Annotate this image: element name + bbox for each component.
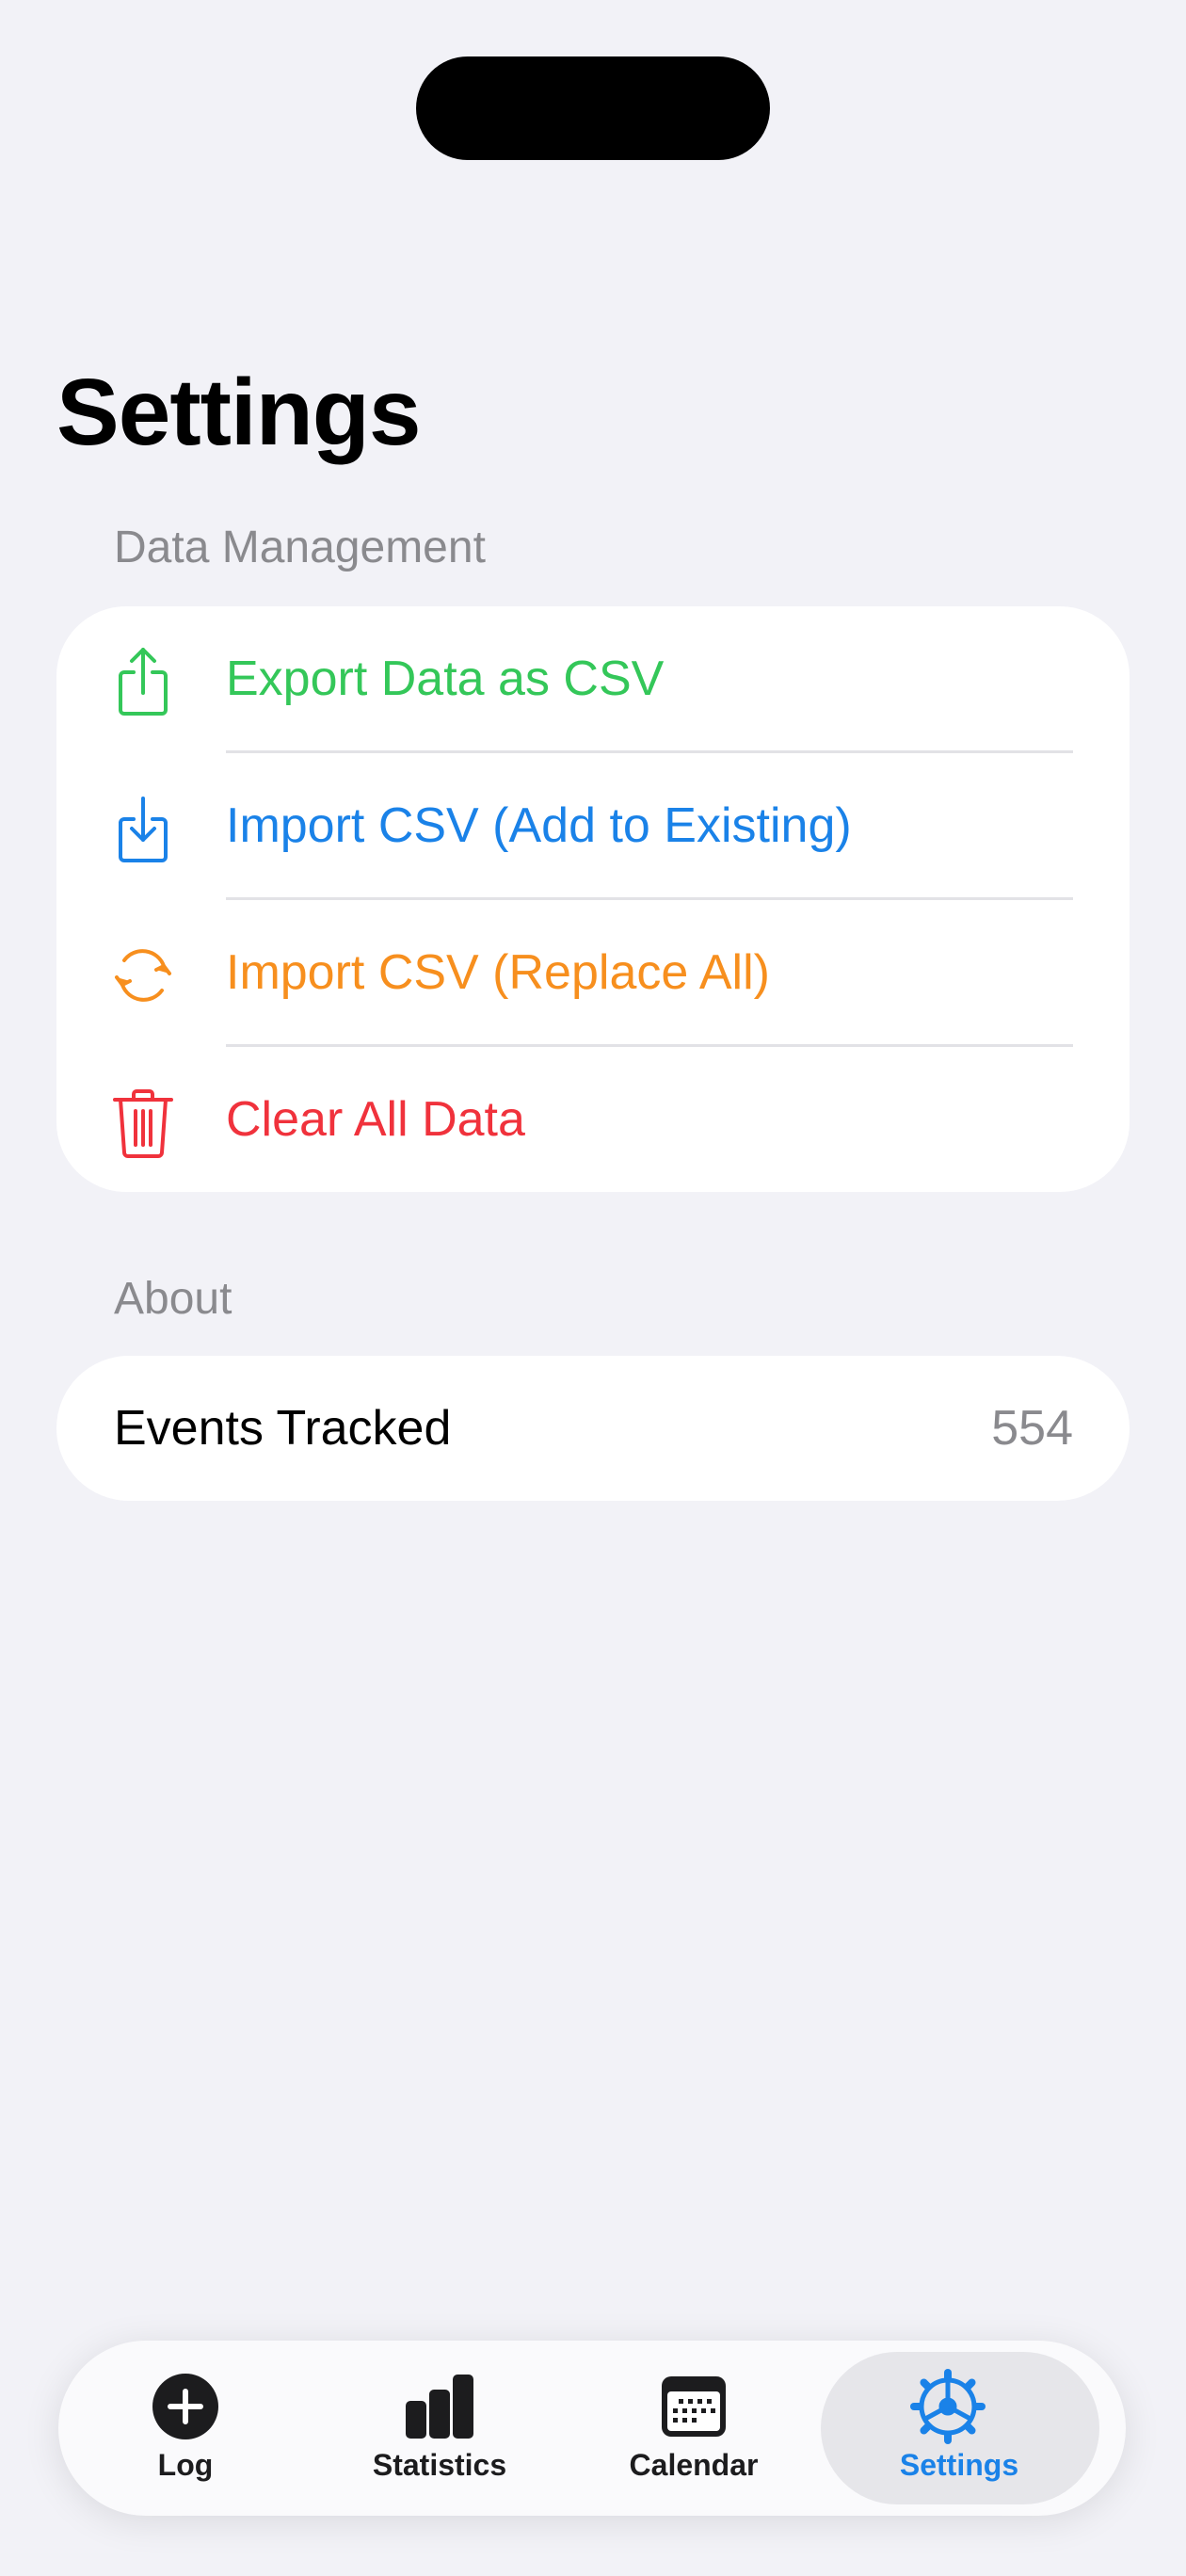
import-csv-add-label: Import CSV (Add to Existing) <box>226 798 852 853</box>
clear-all-data-button[interactable]: Clear All Data <box>56 1047 1130 1193</box>
section-header-data-management: Data Management <box>114 523 486 572</box>
plus-circle-icon <box>148 2369 223 2444</box>
bar-chart-icon <box>402 2369 477 2444</box>
tab-settings[interactable]: Settings <box>821 2341 1099 2516</box>
data-management-card: Export Data as CSV Import CSV (Add to Ex… <box>56 606 1130 1192</box>
dynamic-island <box>416 56 770 160</box>
events-tracked-row: Events Tracked 554 <box>56 1356 1130 1501</box>
trash-icon <box>105 1085 181 1160</box>
share-icon <box>105 644 181 719</box>
download-icon <box>105 791 181 866</box>
import-csv-replace-label: Import CSV (Replace All) <box>226 945 770 1000</box>
events-tracked-label: Events Tracked <box>114 1401 452 1456</box>
tab-statistics[interactable]: Statistics <box>313 2341 567 2516</box>
clear-all-data-label: Clear All Data <box>226 1092 525 1147</box>
tab-calendar[interactable]: Calendar <box>567 2341 821 2516</box>
tab-log[interactable]: Log <box>58 2341 313 2516</box>
tab-log-label: Log <box>157 2448 214 2482</box>
tab-settings-label: Settings <box>899 2448 1019 2482</box>
export-csv-label: Export Data as CSV <box>226 652 665 706</box>
calendar-icon <box>656 2369 731 2444</box>
refresh-icon <box>105 938 181 1013</box>
page-title: Settings <box>56 360 421 465</box>
import-csv-add-button[interactable]: Import CSV (Add to Existing) <box>56 753 1130 899</box>
import-csv-replace-button[interactable]: Import CSV (Replace All) <box>56 900 1130 1046</box>
tab-calendar-label: Calendar <box>629 2448 759 2482</box>
export-csv-button[interactable]: Export Data as CSV <box>56 606 1130 752</box>
section-header-about: About <box>114 1274 232 1324</box>
tab-bar: Log Statistics Calendar Settings <box>58 2341 1126 2516</box>
gear-icon <box>910 2369 986 2444</box>
events-tracked-value: 554 <box>991 1401 1073 1456</box>
tab-statistics-label: Statistics <box>372 2448 507 2482</box>
about-card: Events Tracked 554 <box>56 1356 1130 1501</box>
